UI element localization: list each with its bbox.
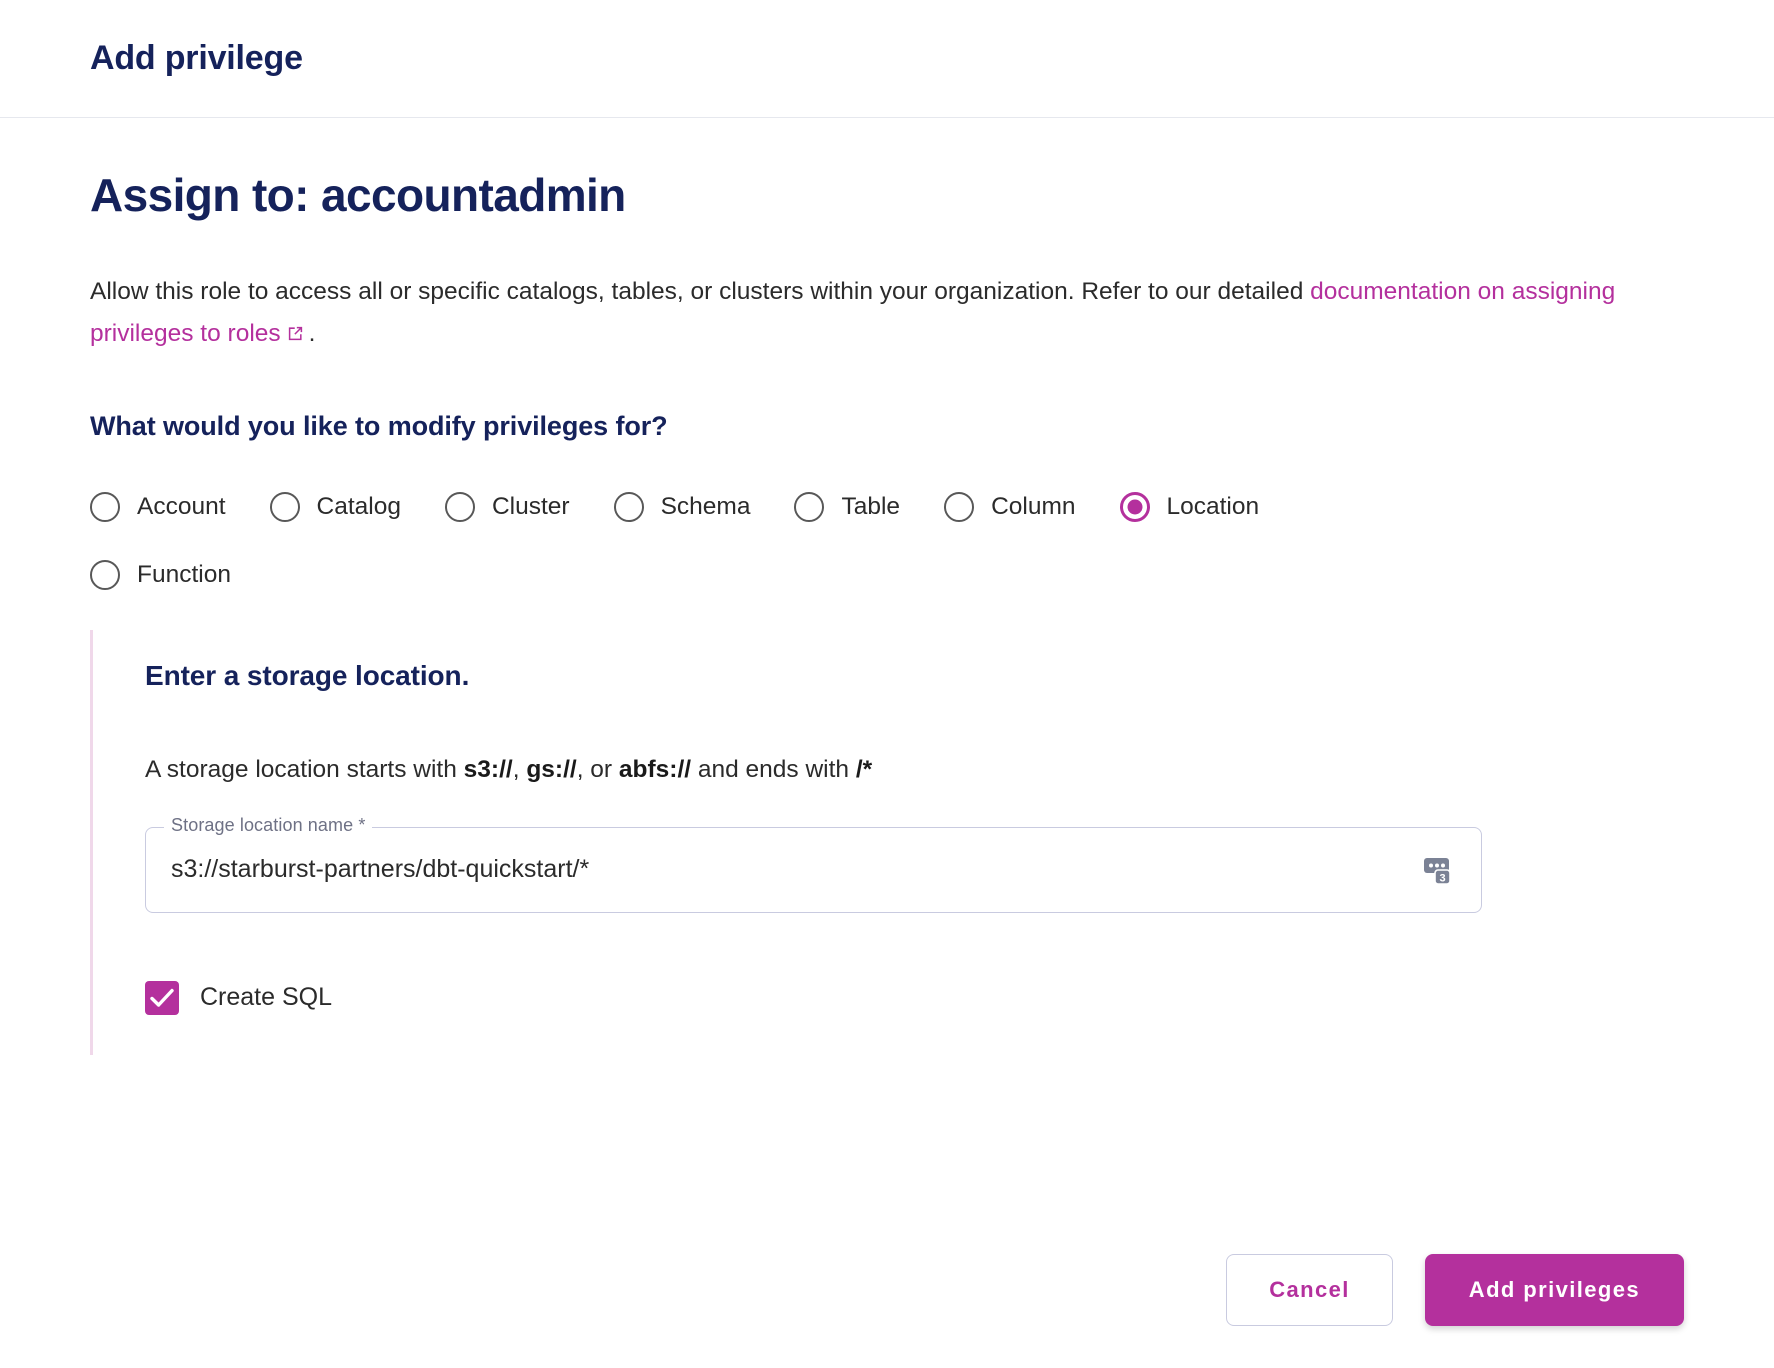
storage-location-input[interactable] — [145, 826, 1482, 913]
radio-label-location: Location — [1166, 492, 1260, 520]
intro-text: Allow this role to access all or specifi… — [90, 277, 1311, 305]
storage-location-field[interactable]: Storage location name * 3 — [145, 815, 1482, 913]
cancel-button[interactable]: Cancel — [1226, 1254, 1393, 1326]
checkmark-icon — [150, 988, 174, 1007]
radio-option-function[interactable]: Function — [90, 556, 231, 594]
panel-heading: Enter a storage location. — [145, 659, 470, 691]
radio-option-schema[interactable]: Schema — [613, 488, 751, 526]
radio-circle-icon[interactable] — [90, 491, 120, 522]
hint-sep-1: , — [512, 755, 527, 783]
radio-option-location[interactable]: Location — [1119, 488, 1260, 526]
storage-location-panel: Enter a storage location. A storage loca… — [90, 629, 1490, 1055]
hint-scheme-abfs: abfs:// — [618, 755, 692, 783]
intro-period: . — [308, 319, 316, 347]
hint-scheme-gs: gs:// — [526, 755, 577, 783]
radio-circle-icon[interactable] — [944, 491, 975, 522]
radio-label-column: Column — [991, 492, 1076, 520]
hint-prefix: A storage location starts with — [145, 755, 464, 783]
privilege-scope-question: What would you like to modify privileges… — [90, 410, 668, 441]
svg-text:3: 3 — [1439, 872, 1445, 884]
radio-circle-icon[interactable] — [794, 491, 825, 522]
radio-circle-icon[interactable] — [613, 491, 644, 522]
dialog-body: Assign to: accountadmin Allow this role … — [0, 118, 1774, 1055]
radio-label-cluster: Cluster — [491, 492, 570, 520]
radio-circle-icon[interactable] — [444, 491, 475, 522]
radio-label-table: Table — [841, 492, 901, 520]
hint-sep-2: , or — [576, 755, 619, 783]
external-link-icon[interactable] — [286, 324, 305, 343]
hint-scheme-s3: s3:// — [463, 755, 513, 783]
radio-option-cluster[interactable]: Cluster — [444, 488, 570, 526]
radio-label-function: Function — [137, 560, 231, 588]
radio-option-catalog[interactable]: Catalog — [269, 488, 401, 526]
hint-middle: and ends with — [691, 755, 856, 783]
add-privileges-button[interactable]: Add privileges — [1424, 1254, 1684, 1326]
password-manager-badge-icon[interactable]: 3 — [1420, 850, 1460, 890]
create-sql-label: Create SQL — [200, 983, 333, 1012]
privilege-scope-radio-group[interactable]: Account Catalog Cluster Schema Table Col… — [90, 488, 1490, 526]
radio-option-account[interactable]: Account — [90, 488, 226, 526]
radio-circle-icon[interactable] — [269, 491, 300, 522]
dialog-footer: Cancel Add privileges — [1226, 1254, 1684, 1326]
radio-option-table[interactable]: Table — [794, 488, 900, 526]
radio-circle-icon[interactable] — [90, 559, 120, 590]
radio-option-column[interactable]: Column — [944, 488, 1076, 526]
radio-label-account: Account — [137, 492, 226, 520]
radio-label-schema: Schema — [660, 492, 751, 520]
radio-circle-selected-icon[interactable] — [1119, 491, 1150, 522]
dialog-header: Add privilege — [0, 0, 1774, 118]
create-sql-checkbox-row[interactable]: Create SQL — [145, 980, 1490, 1015]
create-sql-checkbox[interactable] — [145, 980, 179, 1015]
privilege-scope-radio-group-row2[interactable]: Function — [90, 556, 1684, 594]
dialog-header-title: Add privilege — [90, 39, 303, 77]
radio-label-catalog: Catalog — [316, 492, 401, 520]
page-title: Assign to: accountadmin — [90, 169, 626, 221]
panel-hint: A storage location starts with s3://, gs… — [145, 752, 1490, 789]
hint-suffix: /* — [855, 755, 873, 783]
intro-paragraph: Allow this role to access all or specifi… — [90, 271, 1684, 355]
